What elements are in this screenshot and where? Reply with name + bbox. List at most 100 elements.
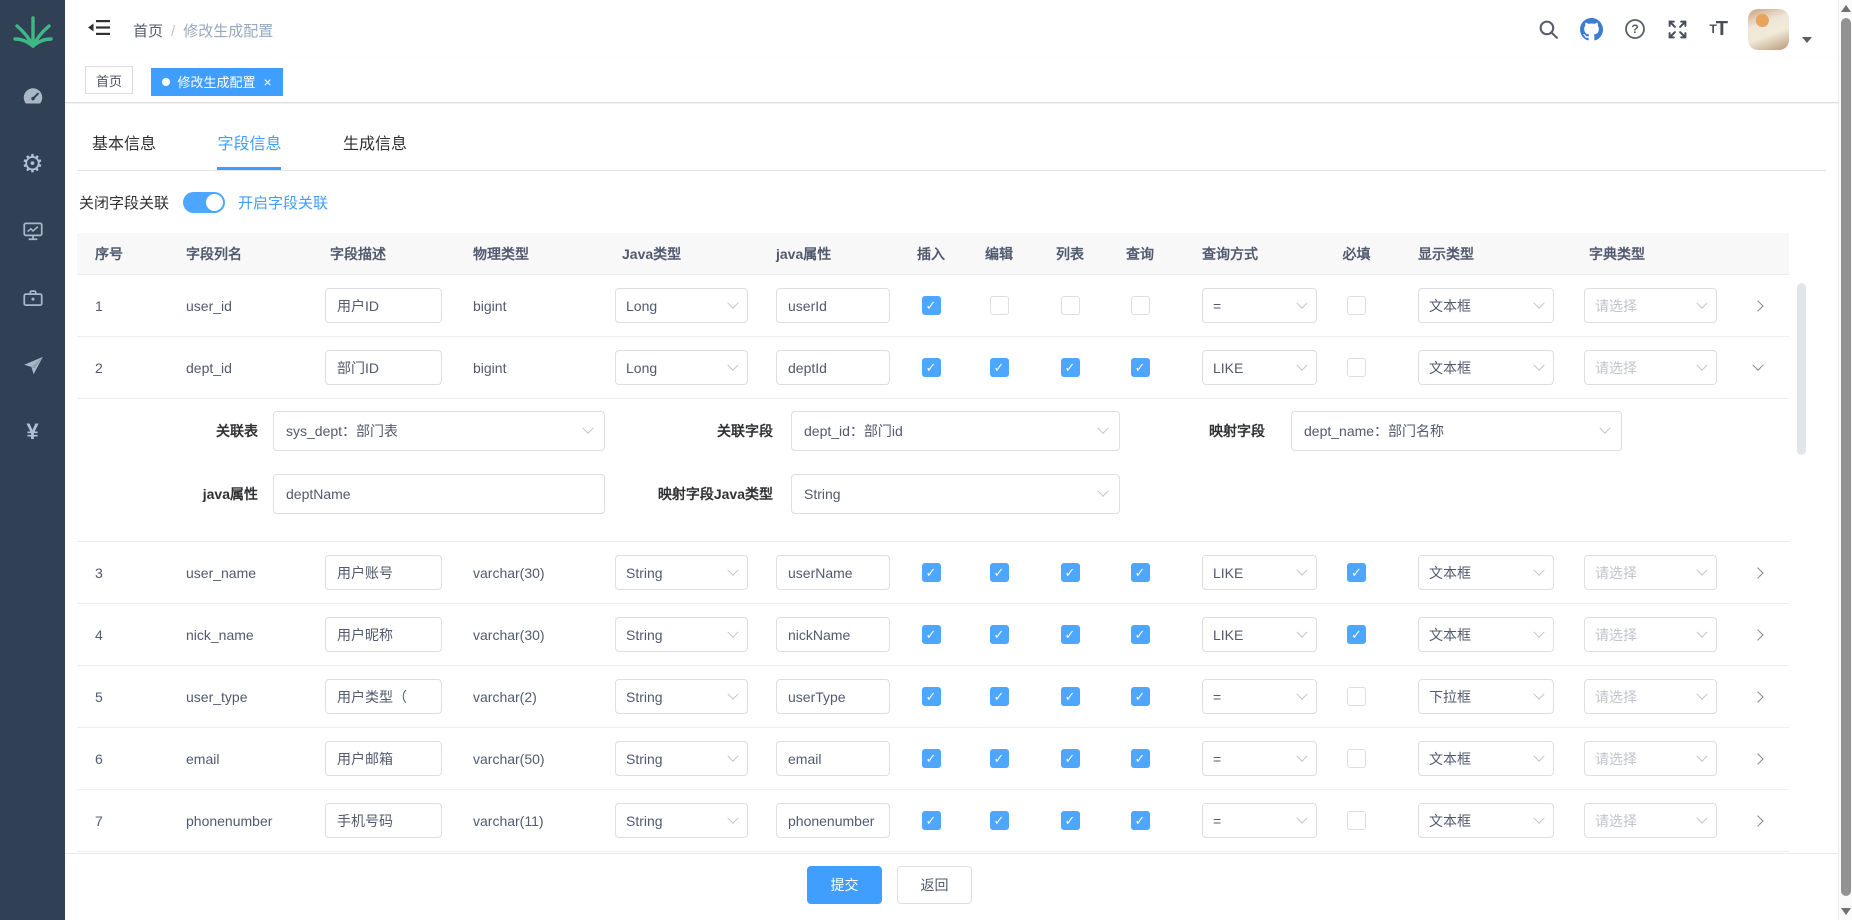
- tab-generate-info[interactable]: 生成信息: [343, 124, 407, 170]
- insert-checkbox[interactable]: [922, 625, 941, 644]
- dict-type-select[interactable]: 请选择: [1584, 741, 1717, 776]
- dict-type-select[interactable]: 请选择: [1584, 679, 1717, 714]
- java-field-input[interactable]: [776, 679, 890, 714]
- fullscreen-icon[interactable]: [1667, 19, 1688, 40]
- required-checkbox[interactable]: [1347, 687, 1366, 706]
- required-checkbox[interactable]: [1347, 358, 1366, 377]
- query-type-select[interactable]: LIKE: [1202, 350, 1317, 385]
- insert-checkbox[interactable]: [922, 296, 941, 315]
- sidebar-item-system[interactable]: ⚙: [0, 142, 65, 186]
- sidebar-item-pay[interactable]: ¥: [0, 410, 65, 454]
- required-checkbox[interactable]: [1347, 749, 1366, 768]
- edit-checkbox[interactable]: [990, 625, 1009, 644]
- assoc-field-select[interactable]: dept_id：部门id: [791, 411, 1120, 451]
- table-scrollbar-thumb[interactable]: [1797, 283, 1806, 455]
- list-checkbox[interactable]: [1061, 687, 1080, 706]
- column-desc-input[interactable]: [325, 741, 442, 776]
- required-checkbox[interactable]: [1347, 563, 1366, 582]
- tag-current-page[interactable]: 修改生成配置×: [151, 68, 282, 96]
- java-field-input[interactable]: [776, 741, 890, 776]
- expand-row-icon[interactable]: [1752, 691, 1763, 702]
- sidebar-item-tools[interactable]: [0, 276, 65, 320]
- list-checkbox[interactable]: [1061, 811, 1080, 830]
- expand-row-icon[interactable]: [1752, 815, 1763, 826]
- edit-checkbox[interactable]: [990, 811, 1009, 830]
- query-type-select[interactable]: =: [1202, 679, 1317, 714]
- query-type-select[interactable]: =: [1202, 741, 1317, 776]
- query-checkbox[interactable]: [1131, 625, 1150, 644]
- required-checkbox[interactable]: [1347, 625, 1366, 644]
- chevron-down-icon[interactable]: [1802, 37, 1812, 43]
- html-type-select[interactable]: 文本框: [1418, 350, 1554, 385]
- sidebar-item-dashboard[interactable]: [0, 75, 65, 119]
- scroll-down-arrow-icon[interactable]: [1841, 908, 1851, 915]
- map-java-type-select[interactable]: String: [791, 474, 1120, 514]
- dict-type-select[interactable]: 请选择: [1584, 288, 1717, 323]
- list-checkbox[interactable]: [1061, 625, 1080, 644]
- query-checkbox[interactable]: [1131, 358, 1150, 377]
- java-type-select[interactable]: String: [615, 803, 748, 838]
- dict-type-select[interactable]: 请选择: [1584, 350, 1717, 385]
- expand-row-icon[interactable]: [1752, 629, 1763, 640]
- expand-row-icon[interactable]: [1752, 300, 1763, 311]
- github-icon[interactable]: [1580, 18, 1603, 41]
- app-logo-plant-icon[interactable]: [0, 8, 65, 52]
- column-desc-input[interactable]: [325, 617, 442, 652]
- association-toggle[interactable]: [183, 192, 225, 213]
- dict-type-select[interactable]: 请选择: [1584, 555, 1717, 590]
- page-scrollbar-thumb[interactable]: [1841, 18, 1851, 896]
- query-type-select[interactable]: LIKE: [1202, 555, 1317, 590]
- expand-row-icon[interactable]: [1752, 567, 1763, 578]
- java-type-select[interactable]: String: [615, 555, 748, 590]
- search-icon[interactable]: [1538, 19, 1559, 40]
- query-checkbox[interactable]: [1131, 749, 1150, 768]
- query-checkbox[interactable]: [1131, 563, 1150, 582]
- tag-home[interactable]: 首页: [85, 66, 133, 94]
- dict-type-select[interactable]: 请选择: [1584, 803, 1717, 838]
- column-desc-input[interactable]: [325, 288, 442, 323]
- submit-button[interactable]: 提交: [807, 866, 882, 904]
- java-type-select[interactable]: String: [615, 741, 748, 776]
- dict-type-select[interactable]: 请选择: [1584, 617, 1717, 652]
- assoc-table-select[interactable]: sys_dept：部门表: [273, 411, 605, 451]
- query-checkbox[interactable]: [1131, 811, 1150, 830]
- list-checkbox[interactable]: [1061, 749, 1080, 768]
- back-button[interactable]: 返回: [897, 866, 972, 904]
- scroll-up-arrow-icon[interactable]: [1841, 5, 1851, 12]
- sidebar-toggle-icon[interactable]: [88, 19, 110, 41]
- html-type-select[interactable]: 文本框: [1418, 617, 1554, 652]
- avatar[interactable]: [1748, 9, 1789, 50]
- column-desc-input[interactable]: [325, 679, 442, 714]
- tab-field-info[interactable]: 字段信息: [217, 124, 281, 170]
- edit-checkbox[interactable]: [990, 749, 1009, 768]
- insert-checkbox[interactable]: [922, 687, 941, 706]
- map-field-select[interactable]: dept_name：部门名称: [1291, 411, 1622, 451]
- page-scrollbar[interactable]: [1838, 0, 1852, 920]
- column-desc-input[interactable]: [325, 555, 442, 590]
- java-type-select[interactable]: Long: [615, 288, 748, 323]
- list-checkbox[interactable]: [1061, 563, 1080, 582]
- column-desc-input[interactable]: [325, 350, 442, 385]
- sidebar-item-deploy[interactable]: [0, 343, 65, 387]
- query-checkbox[interactable]: [1131, 296, 1150, 315]
- java-type-select[interactable]: Long: [615, 350, 748, 385]
- insert-checkbox[interactable]: [922, 563, 941, 582]
- close-icon[interactable]: ×: [263, 75, 271, 89]
- query-checkbox[interactable]: [1131, 687, 1150, 706]
- edit-checkbox[interactable]: [990, 563, 1009, 582]
- expand-row-icon[interactable]: [1752, 359, 1763, 370]
- breadcrumb-home[interactable]: 首页: [133, 23, 163, 40]
- edit-checkbox[interactable]: [990, 358, 1009, 377]
- edit-checkbox[interactable]: [990, 687, 1009, 706]
- java-field-input[interactable]: [776, 350, 890, 385]
- java-field-input[interactable]: [776, 803, 890, 838]
- java-field-input[interactable]: [776, 288, 890, 323]
- edit-checkbox[interactable]: [990, 296, 1009, 315]
- required-checkbox[interactable]: [1347, 811, 1366, 830]
- java-type-select[interactable]: String: [615, 679, 748, 714]
- query-type-select[interactable]: =: [1202, 803, 1317, 838]
- list-checkbox[interactable]: [1061, 358, 1080, 377]
- html-type-select[interactable]: 文本框: [1418, 288, 1554, 323]
- java-field-input[interactable]: [776, 555, 890, 590]
- help-icon[interactable]: ?: [1624, 18, 1646, 40]
